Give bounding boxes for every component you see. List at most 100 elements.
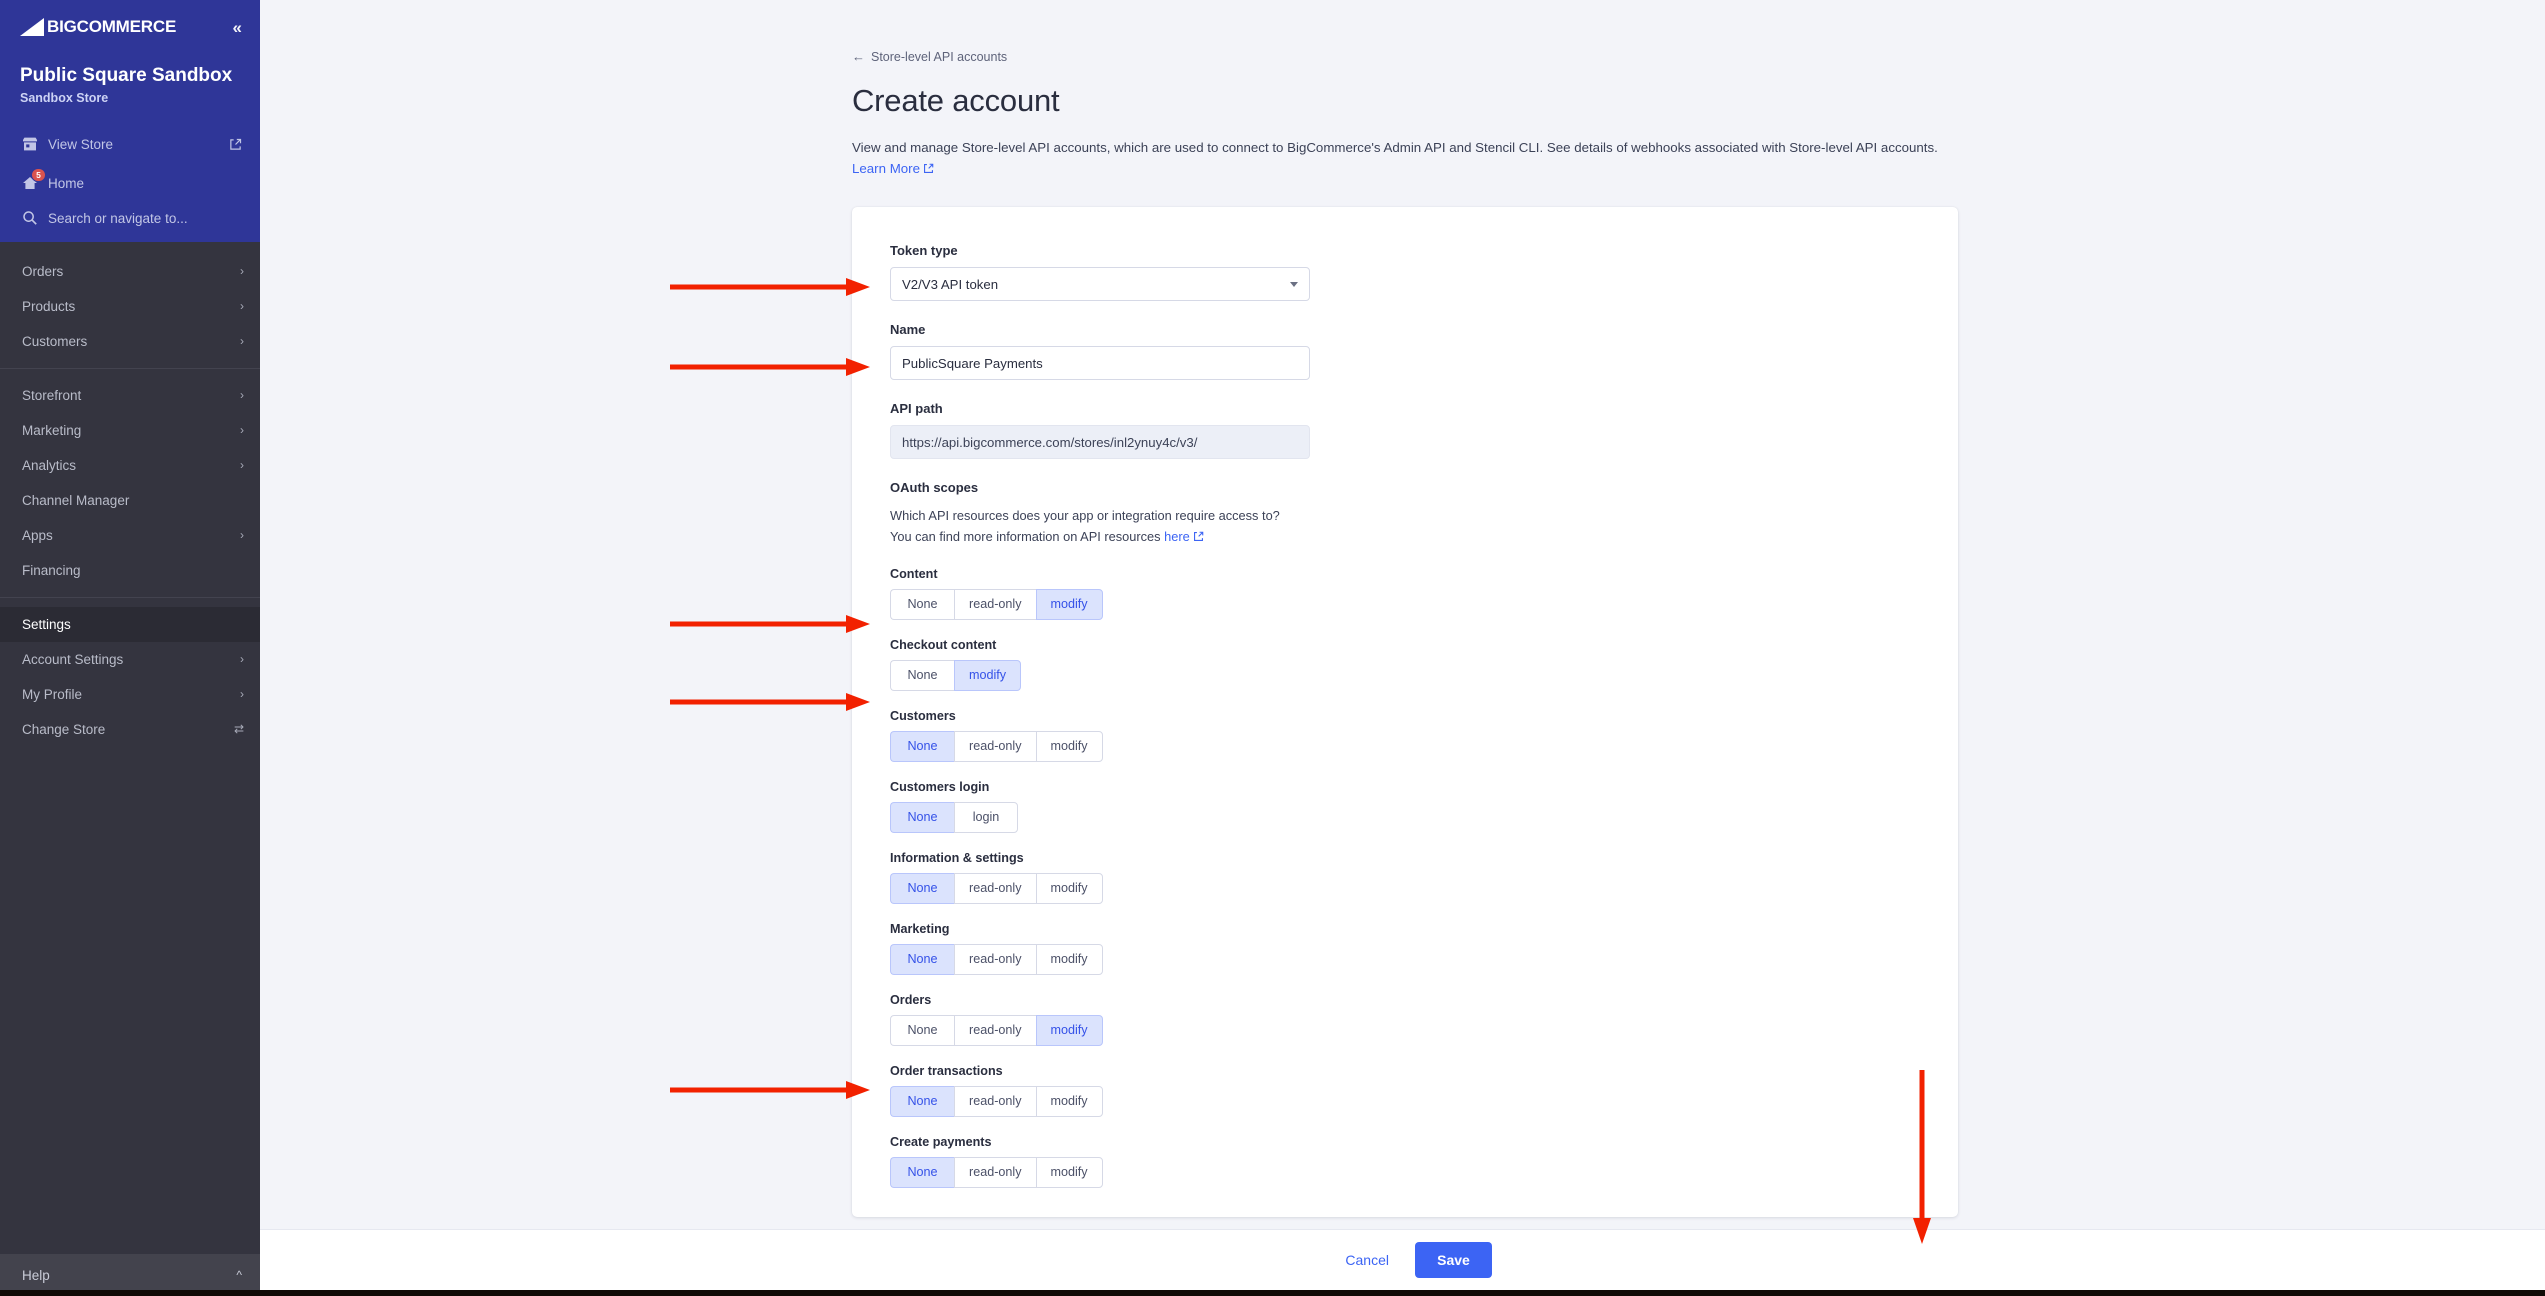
scope-option-button[interactable]: None: [890, 872, 954, 904]
store-type: Sandbox Store: [20, 90, 109, 105]
main-content: ← Store-level API accounts Create accoun…: [260, 0, 2545, 1296]
sidebar-item-my-profile[interactable]: My Profile ›: [0, 677, 260, 712]
page-description-text: View and manage Store-level API accounts…: [852, 140, 1938, 155]
scope-group: Customers login None login: [890, 780, 1920, 833]
page-title: Create account: [852, 83, 1060, 118]
scope-group-label: Customers: [890, 708, 956, 723]
page-description: View and manage Store-level API accounts…: [852, 138, 1958, 180]
scope-group-label: Content: [890, 566, 938, 581]
scope-option-button[interactable]: None: [890, 659, 954, 691]
chevron-right-icon: ›: [240, 334, 244, 349]
chevron-right-icon: ›: [240, 458, 244, 473]
token-type-value: V2/V3 API token: [902, 276, 999, 292]
token-type-select[interactable]: V2/V3 API token: [890, 267, 1310, 302]
switch-icon: ⇄: [233, 722, 244, 737]
oauth-scopes-desc-line2: You can find more information on API res…: [890, 527, 1920, 549]
sidebar-item-financing[interactable]: Financing: [0, 553, 260, 588]
chevron-right-icon: ›: [240, 652, 244, 667]
store-name: Public Square Sandbox: [20, 65, 233, 86]
learn-more-link[interactable]: Learn More: [852, 161, 934, 176]
scope-option-button[interactable]: modify: [1035, 730, 1103, 762]
sidebar-item-label: Financing: [22, 562, 81, 578]
scope-option-button[interactable]: modify: [954, 659, 1022, 691]
search-icon: [22, 210, 48, 226]
sidebar-item-label: Apps: [22, 527, 53, 543]
help-label: Help: [22, 1267, 50, 1283]
sidebar-item-home[interactable]: 5 Home: [0, 164, 260, 203]
scope-option-button[interactable]: None: [890, 1014, 954, 1046]
sidebar-item-marketing[interactable]: Marketing ›: [0, 413, 260, 448]
chevron-right-icon: ›: [240, 423, 244, 438]
bottom-strip: [0, 1290, 2545, 1296]
scope-option-button[interactable]: None: [890, 588, 954, 620]
sidebar-item-change-store[interactable]: Change Store ⇄: [0, 712, 260, 747]
scope-segmented-control: None read-only modify: [890, 1014, 1103, 1046]
home-icon: 5: [22, 168, 48, 191]
sidebar-item-account-settings[interactable]: Account Settings ›: [0, 642, 260, 677]
chevron-up-icon: ^: [236, 1268, 242, 1282]
bigcommerce-logo[interactable]: BIGCOMMERCE: [18, 17, 176, 37]
scope-option-button[interactable]: login: [954, 801, 1018, 833]
scope-option-button[interactable]: read-only: [954, 730, 1036, 762]
breadcrumb-back-link[interactable]: ← Store-level API accounts: [852, 49, 1007, 64]
save-button[interactable]: Save: [1415, 1242, 1492, 1278]
external-link-icon: [1193, 528, 1204, 549]
field-name: Name PublicSquare Payments: [890, 322, 1920, 381]
sidebar-item-apps[interactable]: Apps ›: [0, 518, 260, 553]
scope-option-button[interactable]: modify: [1035, 588, 1103, 620]
sidebar-item-customers[interactable]: Customers ›: [0, 324, 260, 359]
sidebar-item-settings[interactable]: Settings: [0, 606, 260, 642]
sidebar-item-channel-manager[interactable]: Channel Manager: [0, 483, 260, 518]
scope-option-button[interactable]: None: [890, 801, 954, 833]
scope-groups: Content None read-only modify Checkout conte…: [890, 567, 1920, 1188]
sidebar-item-label: Products: [22, 298, 76, 314]
sidebar-item-products[interactable]: Products ›: [0, 289, 260, 324]
oauth-scopes-desc-line1: Which API resources does your app or int…: [890, 508, 1280, 524]
chevron-right-icon: ›: [240, 264, 244, 279]
scope-option-button[interactable]: None: [890, 1156, 954, 1188]
name-label: Name: [890, 322, 926, 338]
scope-option-button[interactable]: read-only: [954, 588, 1036, 620]
scope-option-button[interactable]: modify: [1035, 1085, 1103, 1117]
chevron-right-icon: ›: [240, 528, 244, 543]
scope-option-button[interactable]: modify: [1035, 1014, 1103, 1046]
field-api-path: API path https://api.bigcommerce.com/sto…: [890, 401, 1920, 460]
cancel-button[interactable]: Cancel: [1345, 1252, 1389, 1268]
oauth-scopes-desc-prefix: You can find more information on API res…: [890, 528, 1165, 544]
scope-option-button[interactable]: modify: [1035, 943, 1103, 975]
scope-option-button[interactable]: read-only: [954, 943, 1036, 975]
oauth-scopes-description: Which API resources does your app or int…: [890, 506, 1920, 548]
sidebar-item-label: Analytics: [22, 457, 77, 473]
scope-option-button[interactable]: modify: [1035, 1156, 1103, 1188]
scope-option-button[interactable]: modify: [1035, 872, 1103, 904]
collapse-sidebar-icon[interactable]: «: [233, 19, 242, 36]
api-path-input: https://api.bigcommerce.com/stores/inl2y…: [890, 425, 1310, 460]
external-link-icon: [923, 160, 934, 181]
sidebar-search[interactable]: Search or navigate to...: [0, 203, 260, 242]
scope-option-button[interactable]: None: [890, 730, 954, 762]
scope-option-button[interactable]: read-only: [954, 1156, 1036, 1188]
scope-option-button[interactable]: read-only: [954, 872, 1036, 904]
chevron-right-icon: ›: [240, 388, 244, 403]
scope-group: Checkout content None modify: [890, 638, 1920, 691]
sidebar-item-orders[interactable]: Orders ›: [0, 254, 260, 289]
form-action-bar: Cancel Save: [260, 1229, 2545, 1290]
api-resources-here-link[interactable]: here: [1164, 529, 1190, 544]
external-link-icon: [229, 138, 242, 151]
sidebar-divider: [0, 596, 260, 598]
scope-group-label: Information & settings: [890, 850, 1024, 865]
scope-option-button[interactable]: read-only: [954, 1014, 1036, 1046]
token-type-label: Token type: [890, 243, 958, 259]
sidebar-item-analytics[interactable]: Analytics ›: [0, 448, 260, 483]
scope-group-label: Orders: [890, 992, 932, 1007]
name-input[interactable]: PublicSquare Payments: [890, 346, 1310, 381]
scope-group: Information & settings None read-only modif…: [890, 851, 1920, 904]
api-path-label: API path: [890, 401, 943, 417]
sidebar-group-settings: Settings Account Settings › My Profile ›…: [0, 606, 260, 747]
scope-option-button[interactable]: read-only: [954, 1085, 1036, 1117]
api-path-value: https://api.bigcommerce.com/stores/inl2y…: [902, 434, 1198, 450]
scope-option-button[interactable]: None: [890, 943, 954, 975]
scope-option-button[interactable]: None: [890, 1085, 954, 1117]
sidebar-item-storefront[interactable]: Storefront ›: [0, 378, 260, 413]
sidebar-item-view-store[interactable]: View Store: [0, 125, 260, 164]
